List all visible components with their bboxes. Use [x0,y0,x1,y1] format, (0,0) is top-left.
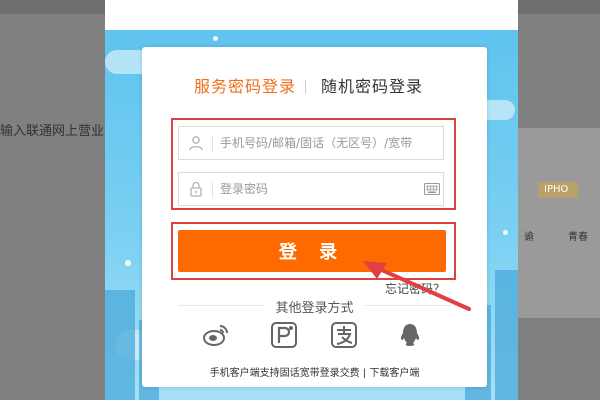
background-promo-panel: IPHO 谕 青春 [518,128,600,318]
username-field[interactable] [178,126,444,160]
tab-divider [305,80,306,94]
user-icon [189,136,203,151]
footer-separator: | [359,368,370,379]
other-methods-line-right [365,305,451,306]
background-prompt-text: 输入联通网上营业 [0,124,105,139]
keyboard-icon[interactable] [424,183,440,195]
username-input[interactable] [220,131,420,155]
footer-download-link[interactable]: 下载客户端 [369,368,419,379]
username-divider [212,135,213,152]
zhifubao-icon[interactable] [330,321,358,349]
tab-random-password[interactable]: 随机密码登录 [321,73,423,97]
password-input[interactable] [220,177,420,201]
qq-icon[interactable] [396,321,424,349]
password-divider [212,181,213,198]
password-field[interactable] [178,172,444,206]
footer-client-login-link[interactable]: 手机客户端支持固话宽带登录交费 [210,368,360,379]
background-promo-label-2: 青春 [568,232,588,243]
other-methods-title: 其他登录方式 [275,301,354,316]
alipay-icon[interactable] [270,321,298,349]
tab-service-password[interactable]: 服务密码登录 [194,73,296,97]
lock-icon [190,181,202,197]
modal-header-area [105,0,518,30]
login-card: 服务密码登录 随机密码登录 手机号码/邮箱/固话（无区号）/宽带 登 录 忘记密… [142,47,487,387]
login-tabs: 服务密码登录 随机密码登录 [142,73,487,99]
weibo-icon[interactable] [202,321,230,349]
background-promo-label: 谕 [524,232,534,243]
pointer-arrow-annotation [363,261,471,311]
footer-links: 手机客户端支持固话宽带登录交费 | 下载客户端 [142,364,487,379]
background-promo-badge: IPHO [544,184,569,195]
